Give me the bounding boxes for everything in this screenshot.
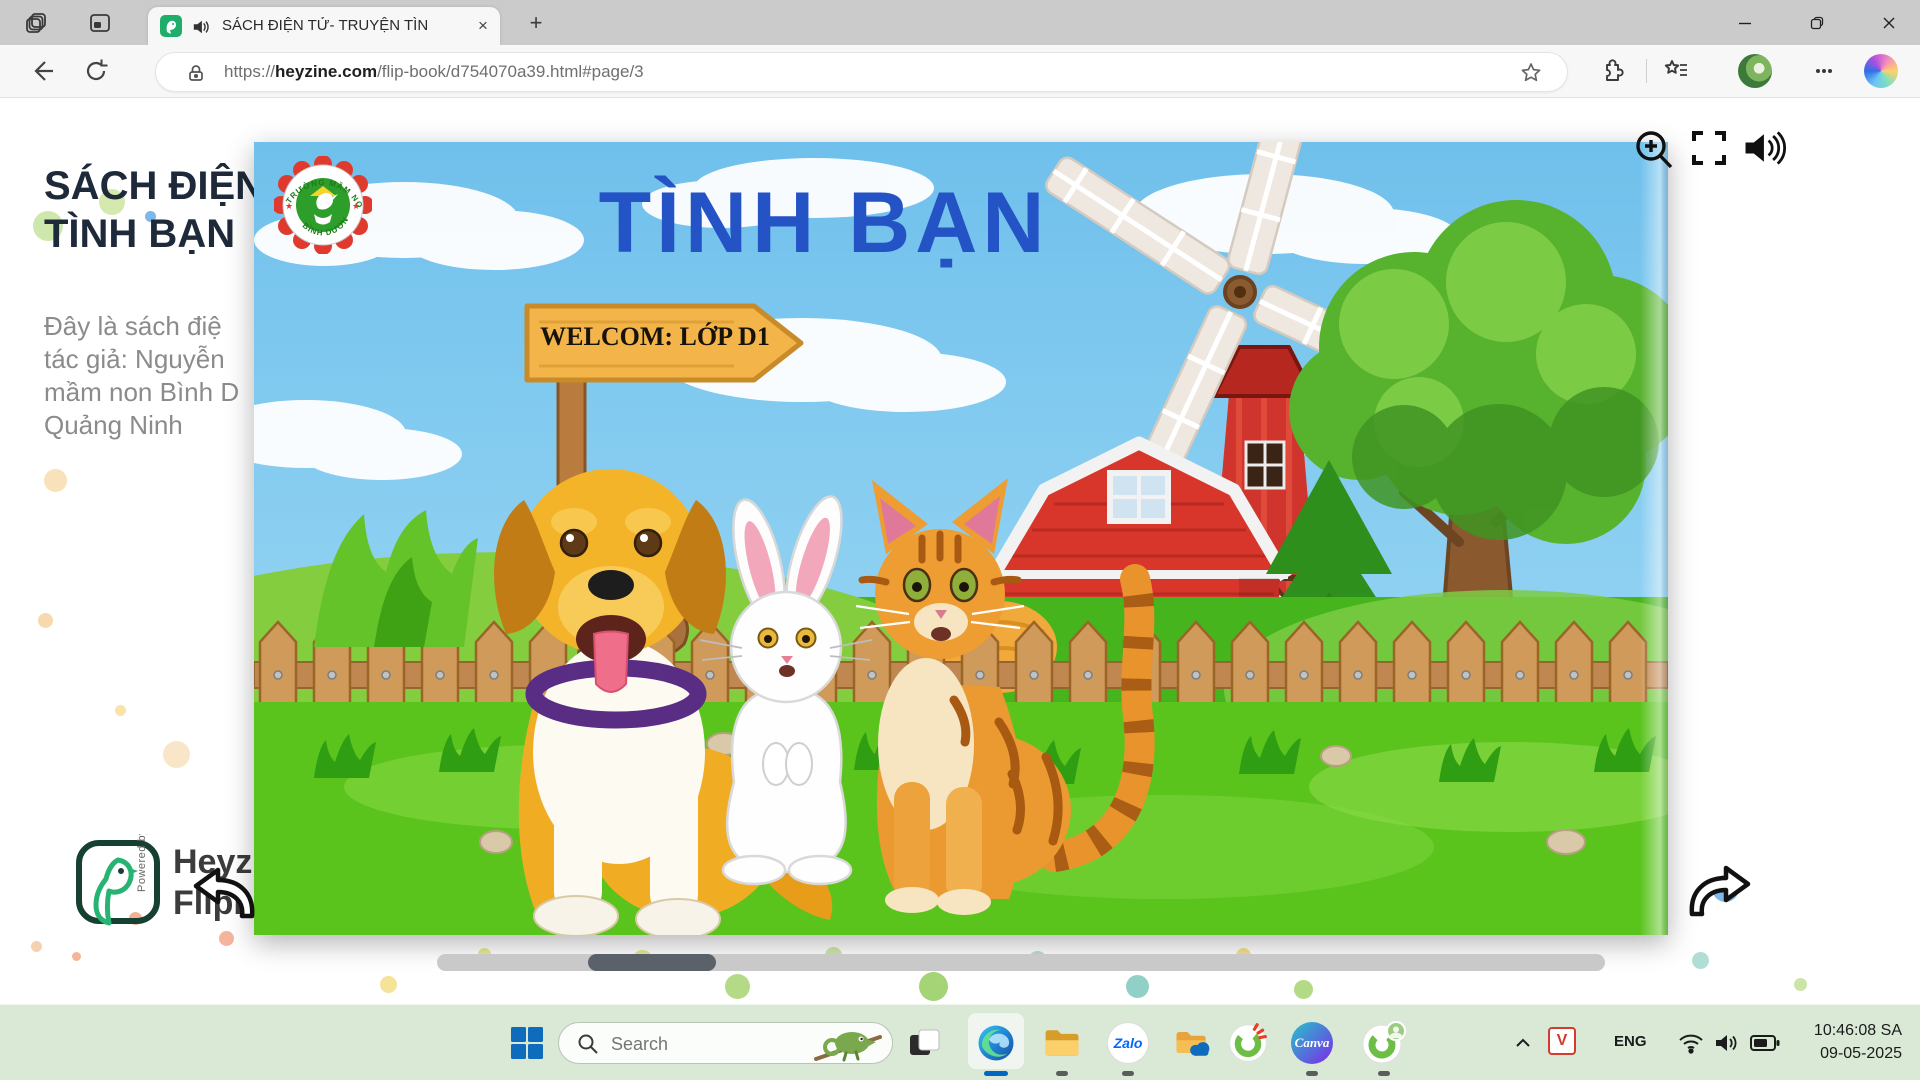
heyzine-favicon	[160, 15, 182, 37]
onedrive-button[interactable]	[1166, 1017, 1218, 1069]
tab-title-fade	[428, 7, 474, 45]
decorative-dot	[1692, 952, 1709, 969]
decorative-dot	[44, 469, 67, 492]
tab-close-icon[interactable]: ×	[472, 15, 494, 37]
back-icon[interactable]	[28, 57, 56, 85]
window-close-button[interactable]	[1858, 0, 1920, 45]
extensions-icon[interactable]	[1598, 57, 1626, 85]
task-view-button[interactable]	[898, 1017, 950, 1069]
decorative-dot	[72, 952, 81, 961]
coccoc-profile-running-dot	[1378, 1071, 1390, 1076]
desktop-screen: SÁCH ĐIỆN TỬ- TRUYỆN TÌN × + ht	[0, 0, 1920, 1080]
search-input[interactable]	[611, 1030, 791, 1058]
panel-body: Đây là sách điệ tác giả: Nguyễn mầm non …	[44, 310, 256, 442]
decorative-dot	[31, 941, 42, 952]
zalo-button[interactable]: Zalo	[1102, 1017, 1154, 1069]
powered-by-label: Powered by	[136, 834, 148, 892]
coccoc-profile-button[interactable]	[1358, 1017, 1410, 1069]
fullscreen-icon[interactable]	[1686, 125, 1732, 171]
file-explorer-button[interactable]	[1036, 1017, 1088, 1069]
flipbook-page[interactable]: TRƯỜNG MẦM NON BÌNH DƯƠNG ★ ★ TÌNH BẠN W…	[254, 142, 1668, 935]
zoom-in-icon[interactable]	[1631, 127, 1677, 173]
coccoc-button[interactable]	[1222, 1017, 1274, 1069]
language-indicator[interactable]: ENG	[1614, 1033, 1647, 1050]
decorative-dot	[380, 976, 397, 993]
zalo-running-dot	[1122, 1071, 1134, 1076]
book-description-panel: SÁCH ĐIỆNTÌNH BẠN Đây là sách điệ tác gi…	[44, 162, 256, 442]
tab-title: SÁCH ĐIỆN TỬ- TRUYỆN TÌN	[222, 17, 462, 34]
volume-icon[interactable]	[1714, 1031, 1740, 1055]
zalo-label: Zalo	[1107, 1022, 1149, 1064]
decorative-dot	[919, 972, 948, 1001]
tray-clock[interactable]: 10:46:08 SA 09-05-2025	[1814, 1019, 1902, 1065]
address-bar[interactable]: https://heyzine.com/flip-book/d754070a39…	[155, 52, 1568, 92]
sound-icon[interactable]	[1740, 125, 1786, 171]
edge-app-button[interactable]	[970, 1017, 1022, 1069]
panel-heading: SÁCH ĐIỆNTÌNH BẠN	[44, 162, 256, 258]
battery-icon[interactable]	[1750, 1032, 1780, 1054]
browser-tab[interactable]: SÁCH ĐIỆN TỬ- TRUYỆN TÌN ×	[148, 7, 500, 45]
split-window-icon[interactable]	[88, 11, 112, 35]
flipbook-progress-track[interactable]	[437, 954, 1605, 971]
new-tab-button[interactable]: +	[522, 10, 550, 38]
url-text[interactable]: https://heyzine.com/flip-book/d754070a39…	[224, 62, 644, 82]
svg-text:★: ★	[285, 201, 293, 211]
unikey-tray-icon[interactable]: V	[1548, 1027, 1576, 1055]
edge-active-indicator	[984, 1071, 1008, 1076]
svg-text:★: ★	[352, 201, 360, 211]
favorites-icon[interactable]	[1662, 57, 1690, 85]
file-explorer-running-dot	[1056, 1071, 1068, 1076]
browser-toolbar: https://heyzine.com/flip-book/d754070a39…	[0, 45, 1920, 98]
wifi-icon[interactable]	[1678, 1031, 1704, 1055]
decorative-dot	[1294, 980, 1313, 999]
taskbar: Zalo Canva	[0, 1004, 1920, 1080]
start-button[interactable]	[501, 1017, 553, 1069]
copilot-icon[interactable]	[1864, 54, 1898, 88]
lock-icon[interactable]	[186, 63, 206, 83]
decorative-dot	[163, 741, 190, 768]
canva-button[interactable]: Canva	[1286, 1017, 1338, 1069]
canva-running-dot	[1306, 1071, 1318, 1076]
decorative-dot	[1126, 975, 1149, 998]
window-restore-button[interactable]	[1786, 0, 1848, 45]
tab-stacks-icon[interactable]	[25, 11, 49, 35]
search-icon	[577, 1033, 599, 1055]
search-highlight-chameleon	[812, 1025, 884, 1063]
heyzine-logo-icon	[74, 838, 164, 942]
decorative-dot	[1794, 978, 1807, 991]
next-page-arrow[interactable]	[1680, 862, 1756, 926]
clock-date: 09-05-2025	[1814, 1042, 1902, 1065]
toolbar-divider	[1646, 59, 1647, 83]
flipbook-progress-thumb[interactable]	[588, 954, 716, 971]
previous-page-arrow[interactable]	[188, 864, 264, 928]
profile-avatar[interactable]	[1738, 54, 1772, 88]
welcome-sign-text: WELCOM: LỚP D1	[530, 322, 780, 352]
bookmark-star-icon[interactable]	[1519, 61, 1543, 85]
decorative-dot	[115, 705, 126, 716]
decorative-dot	[38, 613, 53, 628]
taskbar-search[interactable]	[558, 1022, 893, 1064]
canva-label: Canva	[1291, 1022, 1333, 1064]
settings-ellipsis-icon[interactable]	[1810, 57, 1838, 85]
page-curl-highlight	[1640, 142, 1668, 935]
decorative-dot	[725, 974, 750, 999]
tab-audio-icon[interactable]	[192, 19, 210, 35]
window-minimize-button[interactable]	[1714, 0, 1776, 45]
refresh-icon[interactable]	[82, 57, 110, 85]
tray-chevron-up-icon[interactable]	[1512, 1033, 1534, 1055]
book-title: TÌNH BẠN	[454, 174, 1194, 273]
school-logo: TRƯỜNG MẦM NON BÌNH DƯƠNG ★ ★	[274, 156, 372, 254]
page-content: SÁCH ĐIỆNTÌNH BẠN Đây là sách điệ tác gi…	[0, 98, 1920, 1004]
browser-titlebar: SÁCH ĐIỆN TỬ- TRUYỆN TÌN × +	[0, 0, 1920, 45]
clock-time: 10:46:08 SA	[1814, 1019, 1902, 1042]
